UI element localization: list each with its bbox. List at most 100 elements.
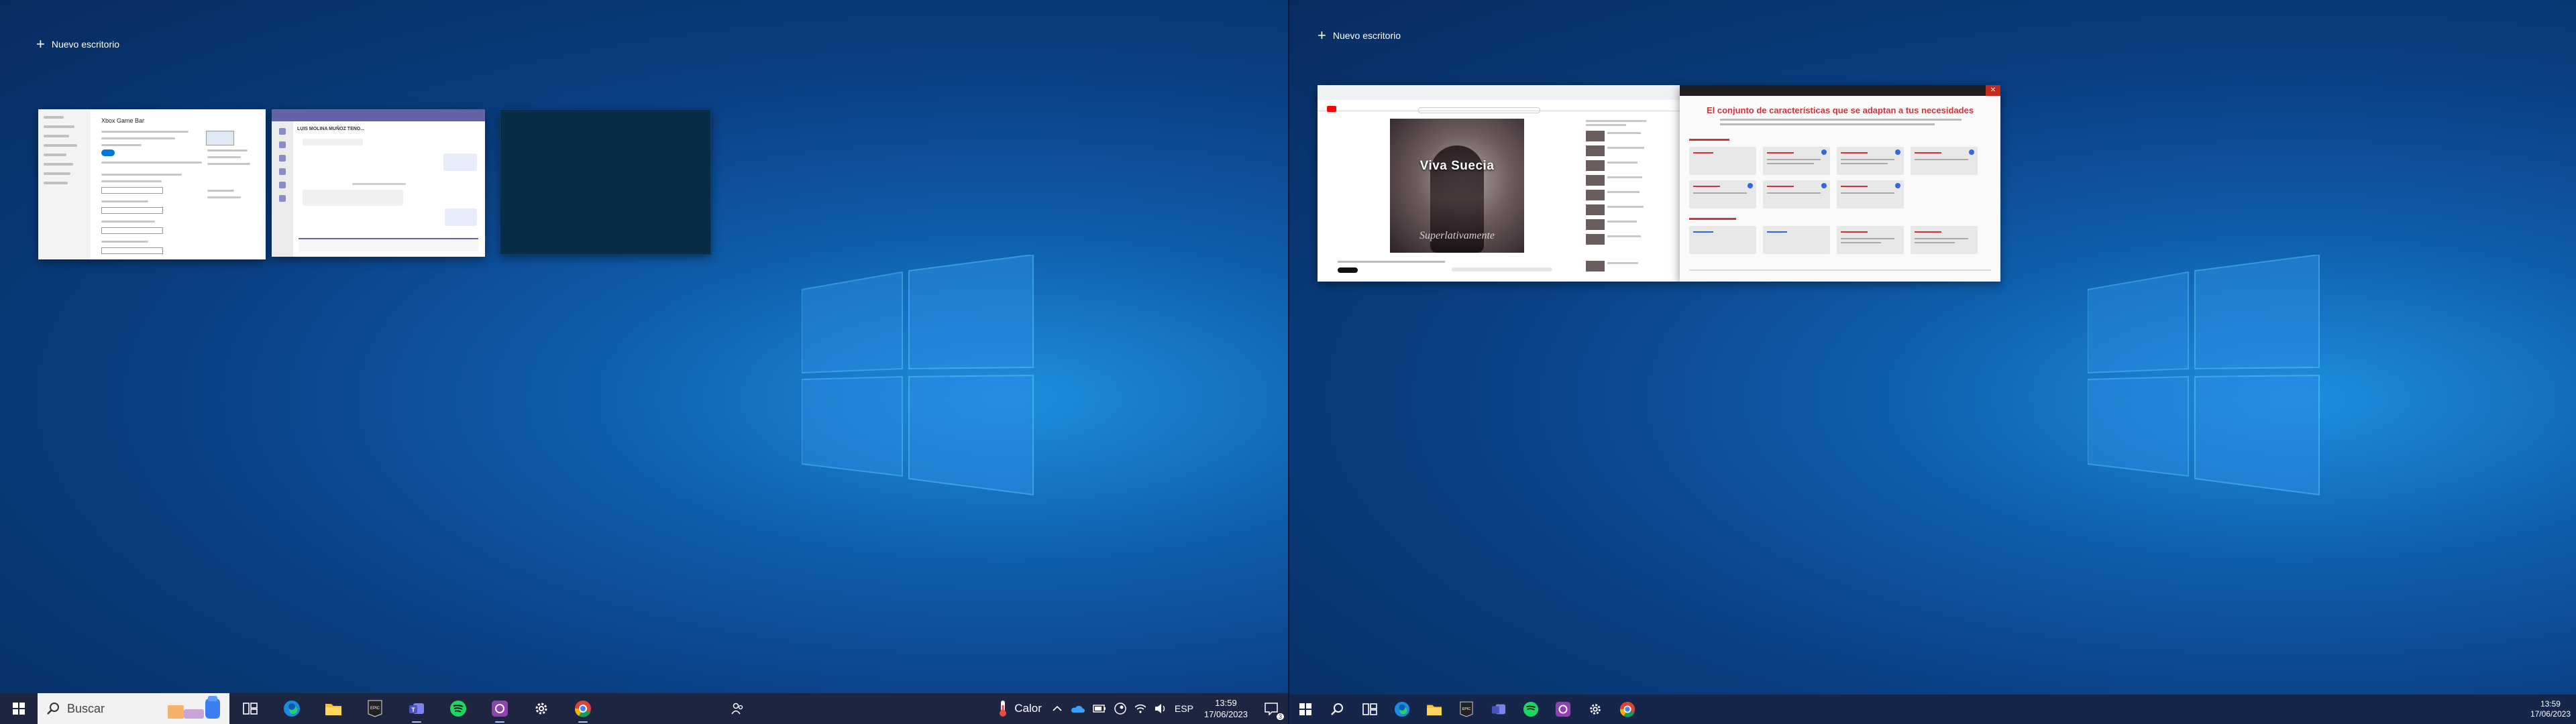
section-heading bbox=[1689, 218, 1736, 220]
features-title: El conjunto de características que se ad… bbox=[1706, 105, 1974, 115]
window-thumbnail-features[interactable]: ✕ El conjunto de características que se … bbox=[1680, 85, 2000, 282]
taskbar-app-chrome[interactable] bbox=[1611, 695, 1644, 724]
search-highlight-icon bbox=[168, 696, 220, 719]
taskbar-app-epic-games[interactable]: EPIC bbox=[1450, 695, 1483, 724]
youtube-search-input bbox=[1418, 107, 1540, 113]
chrome-icon bbox=[574, 701, 591, 717]
network-icon[interactable] bbox=[1130, 693, 1150, 724]
task-view-button[interactable] bbox=[1354, 695, 1386, 724]
clock-date: 17/06/2023 bbox=[2530, 709, 2571, 719]
notification-icon bbox=[1265, 703, 1278, 715]
plus-icon: + bbox=[1318, 27, 1326, 44]
taskbar-app-edge[interactable] bbox=[1386, 695, 1418, 724]
search-label: Buscar bbox=[67, 701, 105, 715]
taskbar: EPIC 13:59 17/06/2023 bbox=[1289, 695, 2576, 724]
spotify-icon bbox=[450, 701, 466, 717]
chat-divider bbox=[352, 183, 406, 185]
clock-time: 13:59 bbox=[1215, 698, 1237, 708]
windows-logo-wallpaper bbox=[2088, 255, 2322, 496]
feature-card bbox=[1689, 147, 1756, 175]
notification-center-button[interactable]: 3 bbox=[1254, 693, 1288, 724]
new-desktop-label: Nuevo escritorio bbox=[51, 39, 120, 50]
taskbar-app-teams[interactable] bbox=[1483, 695, 1515, 724]
folder-icon bbox=[1427, 705, 1442, 716]
svg-text:T: T bbox=[411, 707, 415, 713]
chevron-up-icon[interactable] bbox=[1049, 693, 1066, 724]
taskbar-app-epic-games[interactable]: EPIC bbox=[354, 693, 396, 724]
window-thumbnail-dark[interactable] bbox=[500, 109, 711, 255]
taskbar-app-file-explorer[interactable] bbox=[1418, 695, 1450, 724]
people-icon bbox=[731, 703, 743, 715]
language-indicator[interactable]: ESP bbox=[1171, 693, 1197, 724]
video-info-line bbox=[1338, 261, 1445, 263]
chat-message bbox=[303, 139, 363, 145]
chat-message bbox=[443, 154, 477, 171]
window-thumbnail-youtube[interactable]: Viva Suecia Superlativamente bbox=[1318, 85, 1680, 282]
start-button[interactable] bbox=[1289, 695, 1322, 724]
search-button[interactable] bbox=[1322, 695, 1354, 724]
windows-logo-wallpaper bbox=[802, 255, 1036, 496]
volume-icon[interactable] bbox=[1150, 693, 1171, 724]
teams-app-bar bbox=[272, 121, 293, 257]
window-title-bar: ✕ bbox=[1680, 85, 2000, 96]
chat-message bbox=[445, 208, 477, 226]
weather-label: Calor bbox=[1014, 702, 1042, 715]
taskbar-app-purple[interactable] bbox=[1547, 695, 1579, 724]
taskbar-app-edge[interactable] bbox=[271, 693, 313, 724]
subscribe-button bbox=[1338, 267, 1358, 273]
new-desktop-button[interactable]: + Nuevo escritorio bbox=[1318, 27, 1401, 44]
taskbar-app-settings[interactable] bbox=[1579, 695, 1611, 724]
edge-icon bbox=[284, 701, 300, 717]
taskbar-app-spotify[interactable] bbox=[437, 693, 479, 724]
teams-title-bar bbox=[272, 109, 485, 121]
taskbar-app-file-explorer[interactable] bbox=[313, 693, 354, 724]
message-compose-box bbox=[299, 238, 478, 251]
chat-header: LUIS MOLINA MUÑOZ TENO... bbox=[297, 127, 365, 131]
task-view-button[interactable] bbox=[229, 693, 271, 724]
feature-card bbox=[1837, 147, 1904, 175]
taskbar-app-teams[interactable]: T bbox=[396, 693, 437, 724]
video-player: Viva Suecia Superlativamente bbox=[1390, 119, 1524, 253]
taskbar-search-box[interactable]: Buscar bbox=[38, 693, 229, 724]
epic-games-icon: EPIC bbox=[368, 700, 382, 717]
steam-icon[interactable] bbox=[1110, 693, 1130, 724]
weather-widget[interactable]: Calor bbox=[990, 693, 1049, 724]
taskbar-app-chrome[interactable] bbox=[562, 693, 604, 724]
browser-tab-bar bbox=[1318, 85, 1680, 101]
clock[interactable]: 13:59 17/06/2023 bbox=[1197, 697, 1254, 720]
taskbar-app-settings[interactable] bbox=[521, 693, 562, 724]
thermometer-icon bbox=[1000, 701, 1007, 717]
new-desktop-button[interactable]: + Nuevo escritorio bbox=[36, 36, 120, 52]
desktop-right: + Nuevo escritorio Viva Suecia Superlati… bbox=[1288, 0, 2576, 724]
spotify-icon bbox=[1523, 701, 1539, 717]
feature-card bbox=[1763, 180, 1830, 208]
app-icon bbox=[1555, 701, 1571, 717]
plus-icon: + bbox=[36, 36, 45, 52]
chrome-icon bbox=[1619, 701, 1635, 717]
feature-card bbox=[1911, 226, 1978, 254]
onedrive-icon[interactable] bbox=[1066, 693, 1089, 724]
window-thumbnail-teams-chat[interactable]: LUIS MOLINA MUÑOZ TENO... bbox=[272, 109, 485, 257]
feature-card bbox=[1763, 226, 1830, 254]
folder-icon bbox=[325, 704, 341, 715]
teams-icon bbox=[1491, 704, 1506, 715]
clock-date: 17/06/2023 bbox=[1203, 709, 1248, 719]
svg-text:EPIC: EPIC bbox=[1462, 707, 1471, 711]
task-view-icon bbox=[243, 703, 258, 715]
clock[interactable]: 13:59 17/06/2023 bbox=[2524, 699, 2576, 719]
window-title: Xbox Game Bar bbox=[101, 117, 145, 124]
clock-time: 13:59 bbox=[2540, 699, 2561, 709]
desktop-left: + Nuevo escritorio Xbox Game Bar LUIS MO… bbox=[0, 0, 1288, 724]
notification-badge: 3 bbox=[1276, 713, 1284, 720]
taskbar-app-spotify[interactable] bbox=[1515, 695, 1547, 724]
features-description bbox=[1720, 119, 1962, 128]
start-button[interactable] bbox=[0, 693, 38, 724]
taskbar-app-purple[interactable] bbox=[479, 693, 521, 724]
battery-icon[interactable] bbox=[1089, 693, 1110, 724]
window-thumbnail-xbox-game-bar[interactable]: Xbox Game Bar bbox=[38, 109, 266, 259]
settings-sidebar bbox=[38, 109, 91, 259]
windows-start-icon bbox=[1299, 703, 1311, 715]
taskbar: Buscar EPIC T Calor ESP 13:59 17/06/2023… bbox=[0, 693, 1288, 724]
copilot-button[interactable] bbox=[724, 693, 751, 724]
teams-icon: T bbox=[409, 703, 424, 714]
